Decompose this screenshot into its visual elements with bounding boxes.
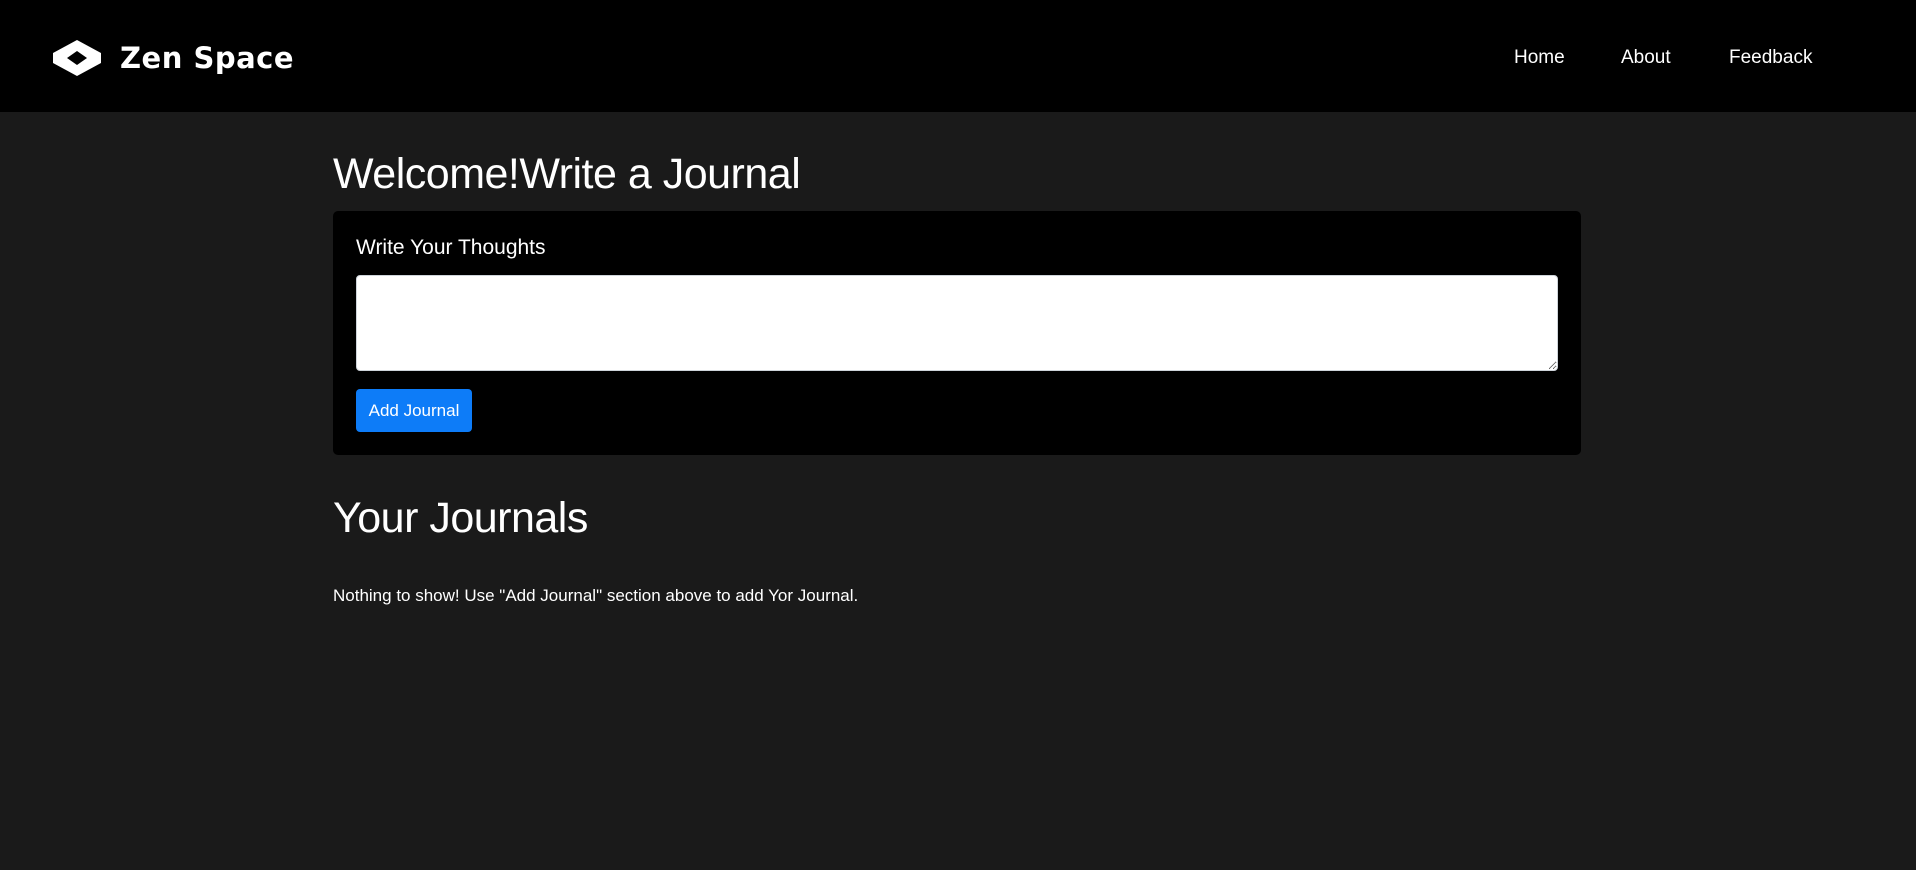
empty-journals-message: Nothing to show! Use "Add Journal" secti… xyxy=(333,586,859,605)
add-journal-button[interactable]: Add Journal xyxy=(356,389,472,432)
navbar: Zen Space Home About Feedback xyxy=(0,0,1916,112)
journal-form-card: Write Your Thoughts Add Journal xyxy=(333,211,1581,455)
page-title: Welcome!Write a Journal xyxy=(333,150,801,198)
zen-space-logo-icon xyxy=(53,40,101,76)
nav-link-feedback[interactable]: Feedback xyxy=(1729,44,1812,72)
journal-textarea[interactable] xyxy=(356,275,1558,371)
brand-name: Zen Space xyxy=(120,41,295,75)
your-journals-heading: Your Journals xyxy=(333,494,588,542)
nav-link-home[interactable]: Home xyxy=(1514,44,1565,72)
brand-link[interactable]: Zen Space xyxy=(52,38,294,78)
journal-form-label: Write Your Thoughts xyxy=(356,236,546,259)
nav-link-about[interactable]: About xyxy=(1621,44,1671,72)
